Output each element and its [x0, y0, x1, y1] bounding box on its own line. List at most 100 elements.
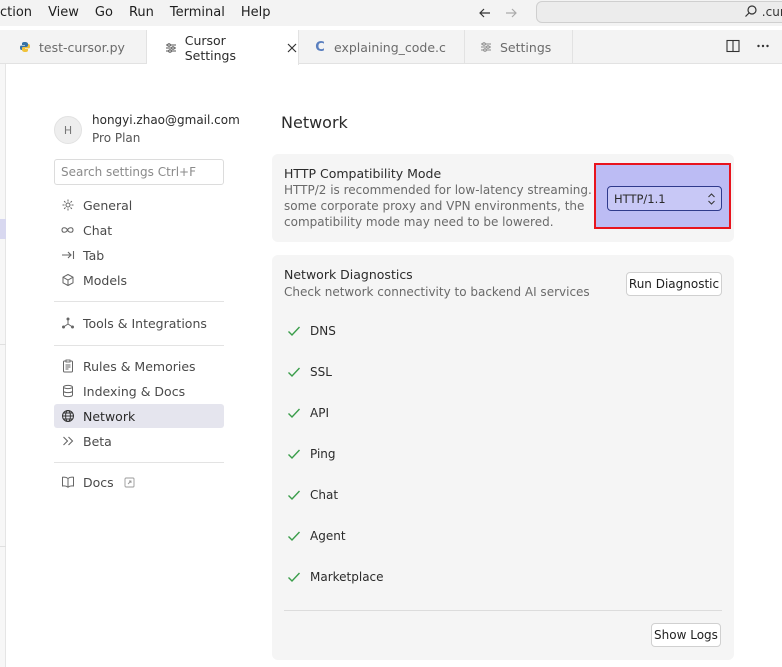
checkmark-icon [286, 488, 301, 503]
diagnostic-check-row: SSL [286, 363, 332, 381]
settings-sliders-icon [479, 40, 493, 54]
menu-terminal[interactable]: Terminal [162, 0, 233, 26]
sidebar-item-beta[interactable]: Beta [54, 429, 224, 453]
tab-explaining-code-c[interactable]: C explaining_code.c [299, 30, 465, 64]
tab-label: test-cursor.py [39, 39, 125, 55]
diagnostics-divider [284, 610, 722, 611]
sidebar-item-label: Indexing & Docs [83, 383, 186, 399]
sidebar-item-docs[interactable]: Docs [54, 470, 224, 494]
network-diagnostics-card: Network Diagnostics Check network connec… [272, 255, 734, 660]
diagnostics-desc: Check network connectivity to backend AI… [284, 285, 590, 299]
menu-view[interactable]: View [40, 0, 87, 26]
c-file-icon: C [315, 39, 325, 55]
cube-icon [60, 273, 75, 288]
diagnostic-check-row: Chat [286, 486, 338, 504]
infinity-icon [60, 223, 75, 238]
diagnostic-check-row: DNS [286, 322, 336, 340]
chevron-updown-icon [707, 192, 716, 206]
left-edge-panel [0, 64, 6, 667]
http-mode-selected-value: HTTP/1.1 [614, 191, 666, 206]
sidebar-item-label: Beta [83, 433, 112, 449]
tab-label: Settings [500, 39, 552, 55]
split-editor-icon[interactable] [726, 38, 740, 57]
tab-actions [726, 30, 770, 64]
sidebar-item-network[interactable]: Network [54, 404, 224, 428]
diagnostic-check-row: Marketplace [286, 568, 384, 586]
profile-email: hongyi.zhao@gmail.com [92, 113, 240, 127]
menu-help[interactable]: Help [233, 0, 279, 26]
diagnostic-check-row: API [286, 404, 329, 422]
diagnostic-label: Chat [310, 488, 339, 502]
sidebar-item-label: Tools & Integrations [83, 315, 207, 331]
command-center-text: .curs [761, 5, 782, 19]
diagnostic-label: DNS [310, 324, 336, 338]
sidebar-item-indexing-docs[interactable]: Indexing & Docs [54, 379, 224, 403]
diagnostic-label: Agent [310, 529, 346, 543]
settings-search-input[interactable] [54, 159, 224, 185]
external-link-icon [124, 477, 135, 488]
checkmark-icon [286, 570, 301, 585]
sidebar-item-label: Chat [83, 222, 113, 238]
nav-divider [54, 462, 224, 463]
run-diagnostic-button[interactable]: Run Diagnostic [626, 272, 722, 296]
user-profile: H hongyi.zhao@gmail.com Pro Plan [54, 113, 240, 145]
sidebar-item-label: Rules & Memories [83, 358, 196, 374]
history-navigation [476, 0, 520, 26]
sidebar-item-label: Docs [83, 474, 114, 490]
menu-selection[interactable]: ection [0, 0, 40, 26]
more-actions-icon[interactable] [756, 38, 770, 57]
book-icon [60, 475, 75, 490]
sidebar-item-label: Tab [83, 247, 105, 263]
tab-label: Cursor Settings [184, 32, 236, 63]
http-mode-title: HTTP Compatibility Mode [284, 166, 442, 181]
forward-arrow-icon[interactable] [502, 4, 520, 22]
page-title: Network [281, 113, 348, 132]
database-icon [60, 384, 75, 399]
sidebar-item-general[interactable]: General [54, 193, 224, 217]
tab-test-cursor-py[interactable]: test-cursor.py [0, 30, 147, 64]
editor-tab-bar: test-cursor.py Cursor Settings C explain… [0, 30, 782, 65]
sidebar-item-chat[interactable]: Chat [54, 218, 224, 242]
back-arrow-icon[interactable] [476, 4, 494, 22]
tab-label: explaining_code.c [334, 39, 446, 55]
checkmark-icon [286, 406, 301, 421]
tab-arrow-icon [60, 248, 75, 263]
clipboard-icon [60, 359, 75, 374]
show-logs-button[interactable]: Show Logs [651, 623, 721, 647]
menu-run[interactable]: Run [121, 0, 162, 26]
checkmark-icon [286, 365, 301, 380]
diagnostic-label: Ping [310, 447, 336, 461]
gear-icon [60, 198, 75, 213]
diagnostic-label: API [310, 406, 329, 420]
globe-icon [60, 409, 75, 424]
avatar: H [54, 116, 82, 144]
diagnostic-label: SSL [310, 365, 332, 379]
sidebar-item-label: General [83, 197, 133, 213]
http-mode-desc-line3: compatibility mode may need to be lowere… [284, 215, 554, 229]
command-center-search[interactable]: .curs [536, 1, 782, 23]
checkmark-icon [286, 447, 301, 462]
sidebar-item-tab[interactable]: Tab [54, 243, 224, 267]
sidebar-item-tools-integrations[interactable]: Tools & Integrations [54, 311, 224, 335]
checkmark-icon [286, 529, 301, 544]
search-icon [744, 3, 758, 22]
http-mode-select[interactable]: HTTP/1.1 [607, 186, 722, 211]
sidebar-item-label: Network [83, 408, 136, 424]
profile-plan: Pro Plan [92, 131, 141, 145]
diagnostic-check-row: Agent [286, 527, 346, 545]
menu-go[interactable]: Go [87, 0, 121, 26]
close-icon[interactable] [285, 41, 298, 55]
tab-cursor-settings[interactable]: Cursor Settings [147, 30, 299, 65]
diagnostics-title: Network Diagnostics [284, 267, 413, 282]
tab-settings[interactable]: Settings [465, 30, 573, 64]
sidebar-item-models[interactable]: Models [54, 268, 224, 292]
http-mode-desc-line2: some corporate proxy and VPN environment… [284, 199, 585, 213]
sidebar-item-rules-memories[interactable]: Rules & Memories [54, 354, 224, 378]
diagnostic-label: Marketplace [310, 570, 384, 584]
settings-sliders-icon [165, 41, 178, 55]
sidebar-item-label: Models [83, 272, 128, 288]
checkmark-icon [286, 324, 301, 339]
diagnostic-check-row: Ping [286, 445, 336, 463]
double-chevron-right-icon [60, 434, 75, 449]
nav-divider [54, 301, 224, 302]
